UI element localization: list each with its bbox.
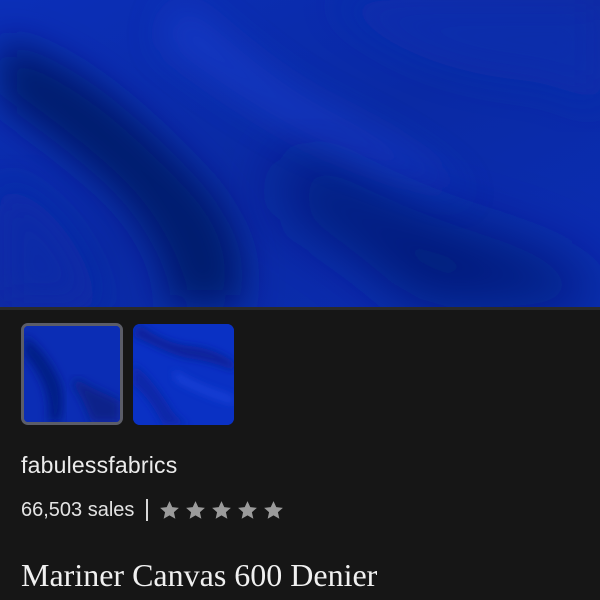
product-title[interactable]: Mariner Canvas 600 Denier [21, 557, 377, 594]
blue-fabric-folds-thumbnail-icon [133, 324, 234, 425]
thumbnail-1[interactable] [21, 323, 123, 425]
star-icon [186, 500, 206, 519]
blue-fabric-photo-icon [0, 0, 600, 307]
product-page: fabulessfabrics 66,503 sales Mariner Can… [0, 0, 600, 600]
thumbnail-2[interactable] [133, 324, 234, 425]
hero-divider [0, 307, 600, 310]
star-icon [264, 500, 284, 519]
rating-row: 66,503 sales [21, 497, 285, 523]
blue-fabric-thumbnail-icon [24, 326, 120, 422]
separator [146, 499, 149, 521]
star-rating[interactable] [158, 499, 285, 522]
star-icon [160, 500, 180, 519]
shop-name-link[interactable]: fabulessfabrics [21, 452, 177, 479]
sales-count: 66,503 sales [21, 498, 135, 521]
star-icon [238, 500, 258, 519]
product-hero-image[interactable] [0, 0, 600, 307]
star-icon [212, 500, 232, 519]
